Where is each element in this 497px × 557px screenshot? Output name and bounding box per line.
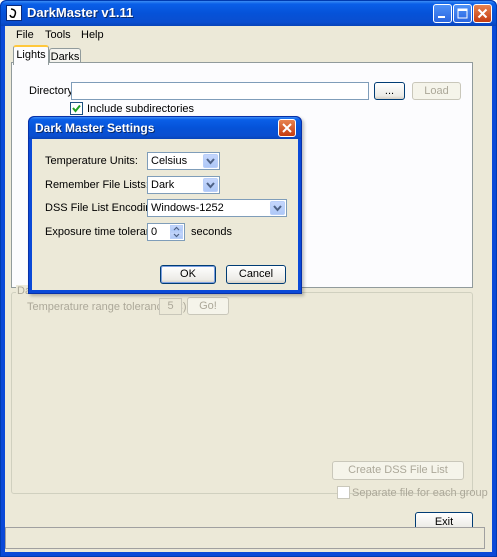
directory-label: Directory: xyxy=(29,85,77,97)
cancel-button[interactable]: Cancel xyxy=(226,265,286,284)
tab-lights[interactable]: Lights xyxy=(13,45,49,65)
temperature-range-input[interactable]: 5 xyxy=(159,298,182,315)
ok-button[interactable]: OK xyxy=(160,265,216,284)
maximize-icon xyxy=(457,8,468,19)
menu-tools[interactable]: Tools xyxy=(45,29,71,41)
minimize-button[interactable] xyxy=(433,4,452,23)
browse-button[interactable]: ... xyxy=(374,82,405,100)
chevron-down-icon[interactable] xyxy=(203,154,218,168)
settings-dialog: Dark Master Settings Temperature Units: … xyxy=(28,116,302,294)
temperature-units-label: Temperature Units: xyxy=(45,155,138,167)
include-subdirectories-checkbox[interactable] xyxy=(70,102,83,115)
window-title: DarkMaster v1.11 xyxy=(27,5,134,20)
close-icon xyxy=(477,8,488,19)
menu-bar: File Tools Help xyxy=(5,26,492,46)
dialog-close-button[interactable] xyxy=(278,119,296,137)
close-button[interactable] xyxy=(473,4,492,23)
include-subdirectories-label[interactable]: Include subdirectories xyxy=(87,103,194,115)
go-button[interactable]: Go! xyxy=(187,297,229,315)
temperature-units-value: Celsius xyxy=(151,155,188,167)
separate-file-checkbox[interactable] xyxy=(337,486,350,499)
title-bar[interactable]: DarkMaster v1.11 xyxy=(1,1,496,26)
chevron-down-icon[interactable] xyxy=(203,178,218,192)
temperature-units-select[interactable]: Celsius xyxy=(147,152,220,170)
separate-file-label[interactable]: Separate file for each group xyxy=(352,487,488,499)
minimize-icon xyxy=(438,16,445,18)
create-dss-file-list-button[interactable]: Create DSS File List xyxy=(332,461,464,480)
dialog-title-bar[interactable]: Dark Master Settings xyxy=(29,117,301,139)
encoding-select[interactable]: Windows-1252 xyxy=(147,199,287,217)
status-bar xyxy=(5,527,485,549)
checkmark-icon xyxy=(72,104,81,113)
menu-help[interactable]: Help xyxy=(81,29,104,41)
directory-input[interactable] xyxy=(71,82,369,100)
darkmaster-app-icon[interactable] xyxy=(6,5,22,21)
maximize-button[interactable] xyxy=(453,4,472,23)
encoding-label: DSS File List Encoding: xyxy=(45,202,161,214)
spin-up-icon[interactable] xyxy=(170,225,183,232)
load-button[interactable]: Load xyxy=(412,82,461,100)
dialog-body: Temperature Units: Celsius Remember File… xyxy=(32,139,298,290)
close-icon xyxy=(282,123,292,133)
dialog-title: Dark Master Settings xyxy=(35,121,155,135)
exposure-unit-label: seconds xyxy=(191,226,232,238)
chevron-down-icon[interactable] xyxy=(270,201,285,215)
remember-file-lists-label: Remember File Lists: xyxy=(45,179,149,191)
encoding-value: Windows-1252 xyxy=(151,202,224,214)
exposure-tolerance-spinner[interactable]: 0 xyxy=(147,223,185,241)
remember-file-lists-select[interactable]: Dark xyxy=(147,176,220,194)
spin-down-icon[interactable] xyxy=(170,232,183,239)
exposure-tolerance-value: 0 xyxy=(151,226,158,238)
remember-file-lists-value: Dark xyxy=(151,179,175,191)
menu-file[interactable]: File xyxy=(16,29,34,41)
